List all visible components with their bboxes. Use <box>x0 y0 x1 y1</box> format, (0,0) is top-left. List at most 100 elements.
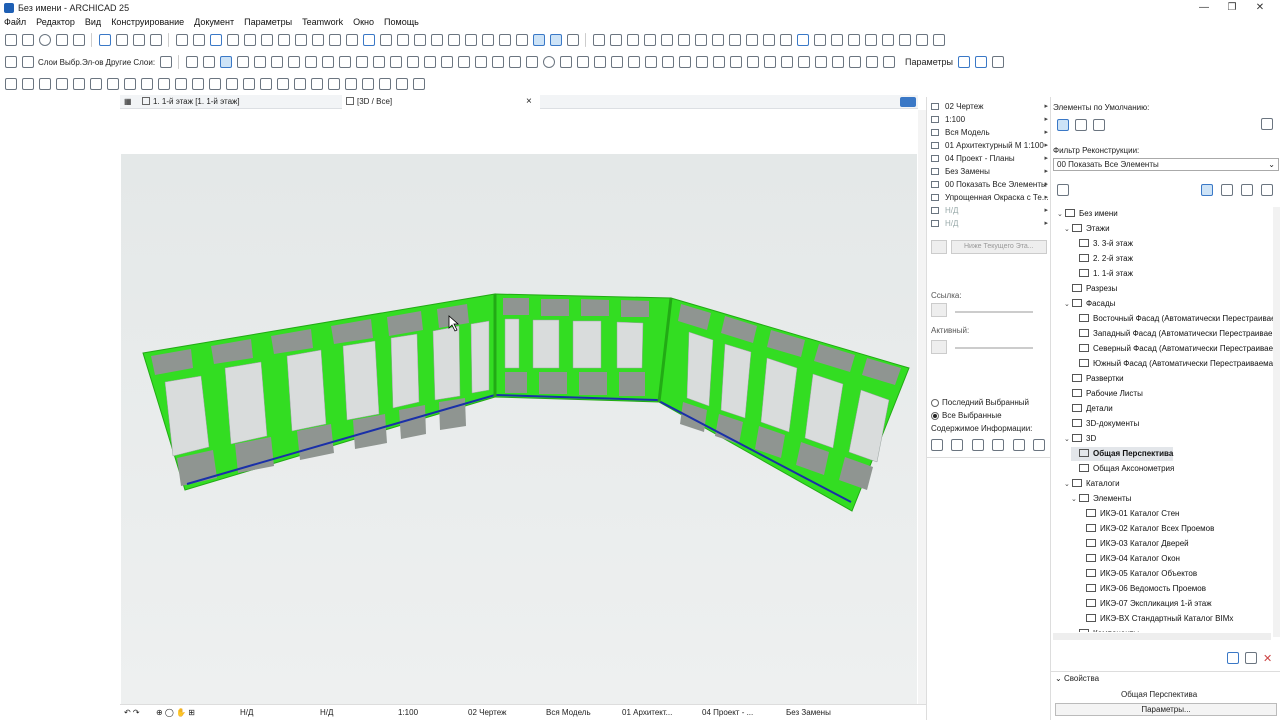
marquee-3d-icon[interactable] <box>203 56 216 68</box>
view-map-icon[interactable] <box>1221 184 1233 196</box>
cube-explode-icon[interactable] <box>124 78 136 90</box>
menu-document[interactable]: Документ <box>194 17 234 27</box>
explode-icon[interactable] <box>448 34 460 46</box>
object-tool-icon[interactable] <box>475 56 488 68</box>
line-tool-icon[interactable] <box>526 56 539 68</box>
tree-node[interactable]: ИКЭ-06 Ведомость Проемов <box>1078 582 1206 596</box>
tree-node[interactable]: Развертки <box>1064 372 1124 386</box>
tree-node[interactable]: › Компоненты <box>1071 627 1139 632</box>
shell-icon[interactable] <box>746 34 758 46</box>
contour-icon[interactable] <box>379 78 391 90</box>
floor-plan-default-icon[interactable] <box>1057 119 1069 131</box>
zone-tool-icon[interactable] <box>509 56 522 68</box>
cube-shade-icon[interactable] <box>175 78 187 90</box>
radial-dim-tool-icon[interactable] <box>798 56 811 68</box>
tab-floor-plan[interactable]: 1. 1-й этаж [1. 1-й этаж] <box>142 95 240 109</box>
camera-icon[interactable] <box>644 34 656 46</box>
info-story-icon[interactable] <box>951 439 964 451</box>
drawing-tool-icon[interactable] <box>747 56 760 68</box>
edge-icon[interactable] <box>362 78 374 90</box>
quick-option-3d-style[interactable]: Упрощенная Окраска с Те... ▸ <box>927 191 1051 204</box>
offset-icon[interactable] <box>261 34 273 46</box>
tab-grid-icon[interactable]: ▦ <box>124 95 132 109</box>
status-plan-set[interactable]: 04 Проект - ... <box>702 705 753 720</box>
gravity-icon[interactable] <box>533 34 545 46</box>
tree-node[interactable]: ⌄ 3D <box>1064 432 1096 446</box>
morph-icon[interactable] <box>729 34 741 46</box>
print-icon[interactable] <box>22 34 34 46</box>
zoom-icon[interactable]: ⊕ ◯ ✋ ⊞ <box>156 705 195 720</box>
tree-node[interactable]: Общая Аксонометрия <box>1071 462 1174 476</box>
collapse-icon[interactable]: ⌄ <box>1055 674 1064 683</box>
cutaway-icon[interactable] <box>396 78 408 90</box>
cube-wire-icon[interactable] <box>158 78 170 90</box>
arrow-down-icon[interactable] <box>193 34 205 46</box>
stair-tool-icon[interactable] <box>407 56 420 68</box>
quick-option-rotation[interactable]: Н/Д ▸ <box>927 217 1051 230</box>
parameters-label[interactable]: Параметры <box>905 57 953 67</box>
tree-node[interactable]: 1. 1-й этаж <box>1071 267 1133 281</box>
eye-icon[interactable] <box>5 56 17 68</box>
mesh-icon[interactable] <box>780 34 792 46</box>
settings-icon[interactable] <box>958 56 971 68</box>
eyedropper-icon[interactable] <box>992 56 1005 68</box>
tree-node[interactable]: ИКЭ-BX Стандартный Каталог BIMx <box>1078 612 1233 626</box>
delete-icon[interactable]: ✕ <box>1263 652 1272 665</box>
grid-tool-icon[interactable] <box>730 56 743 68</box>
refresh-icon[interactable] <box>160 56 173 68</box>
shadow-icon[interactable] <box>294 78 306 90</box>
publish-icon[interactable] <box>695 34 707 46</box>
tree-horizontal-scrollbar[interactable] <box>1053 633 1271 640</box>
other-layers-label[interactable]: Другие Слои: <box>106 58 156 67</box>
roof-icon[interactable] <box>763 34 775 46</box>
tree-node[interactable]: ИКЭ-02 Каталог Всех Проемов <box>1078 522 1214 536</box>
door-tool-icon[interactable] <box>254 56 267 68</box>
snap-icon[interactable] <box>550 34 562 46</box>
add-icon[interactable] <box>210 34 222 46</box>
close-window-button[interactable]: ✕ <box>1246 0 1274 15</box>
zone-icon[interactable] <box>848 34 860 46</box>
tree-node[interactable]: ИКЭ-03 Каталог Дверей <box>1078 537 1189 551</box>
render-icon[interactable] <box>661 34 673 46</box>
group-icon[interactable] <box>465 34 477 46</box>
railing-icon[interactable] <box>882 34 894 46</box>
tree-twisty-icon[interactable]: ⌄ <box>1064 223 1072 237</box>
mirror-icon[interactable] <box>244 34 256 46</box>
panel-options-icon[interactable] <box>1261 118 1273 130</box>
cube-cut-icon[interactable] <box>192 78 204 90</box>
active-opacity-slider[interactable] <box>955 347 1033 349</box>
cube-back-icon[interactable] <box>90 78 102 90</box>
floor-plan-icon[interactable] <box>116 34 128 46</box>
status-scale[interactable]: 1:100 <box>398 705 418 720</box>
elevation-tool-icon[interactable] <box>662 56 675 68</box>
pencil-icon[interactable] <box>363 34 375 46</box>
mesh-tool-icon[interactable] <box>441 56 454 68</box>
tree-node[interactable]: Общая Перспектива <box>1071 447 1174 461</box>
menu-view[interactable]: Вид <box>85 17 101 27</box>
tree-twisty-icon[interactable]: ⌄ <box>1064 298 1072 312</box>
cloud-icon[interactable] <box>916 34 928 46</box>
section-tool-icon[interactable] <box>645 56 658 68</box>
info-link-icon[interactable] <box>992 439 1005 451</box>
tree-node[interactable]: Западный Фасад (Автоматически Перестраив… <box>1071 327 1273 341</box>
tab-3d-view[interactable]: [3D / Все] <box>342 95 540 109</box>
quick-option-zoom[interactable]: Н/Д ▸ <box>927 204 1051 217</box>
tree-node[interactable]: 2. 2-й этаж <box>1071 252 1133 266</box>
dimension-icon[interactable] <box>593 34 605 46</box>
quick-option-model-view[interactable]: Вся Модель ▸ <box>927 126 1051 139</box>
worksheet-tool-icon[interactable] <box>696 56 709 68</box>
label-icon[interactable] <box>627 34 639 46</box>
bimx-icon[interactable] <box>933 34 945 46</box>
tree-node[interactable]: ⌄ Каталоги <box>1064 477 1120 491</box>
orbit-icon[interactable] <box>226 78 238 90</box>
status-override[interactable]: Без Замены <box>786 705 831 720</box>
layers-icon[interactable] <box>99 34 111 46</box>
pan-icon[interactable] <box>243 78 255 90</box>
viewport-scrollbar[interactable] <box>918 110 926 704</box>
3d-viewport[interactable] <box>121 110 917 704</box>
column-tool-icon[interactable] <box>288 56 301 68</box>
layout-book-icon[interactable] <box>1241 184 1253 196</box>
menu-teamwork[interactable]: Teamwork <box>302 17 343 27</box>
trace-toggle-icon[interactable] <box>931 240 947 254</box>
markup-icon[interactable] <box>831 34 843 46</box>
